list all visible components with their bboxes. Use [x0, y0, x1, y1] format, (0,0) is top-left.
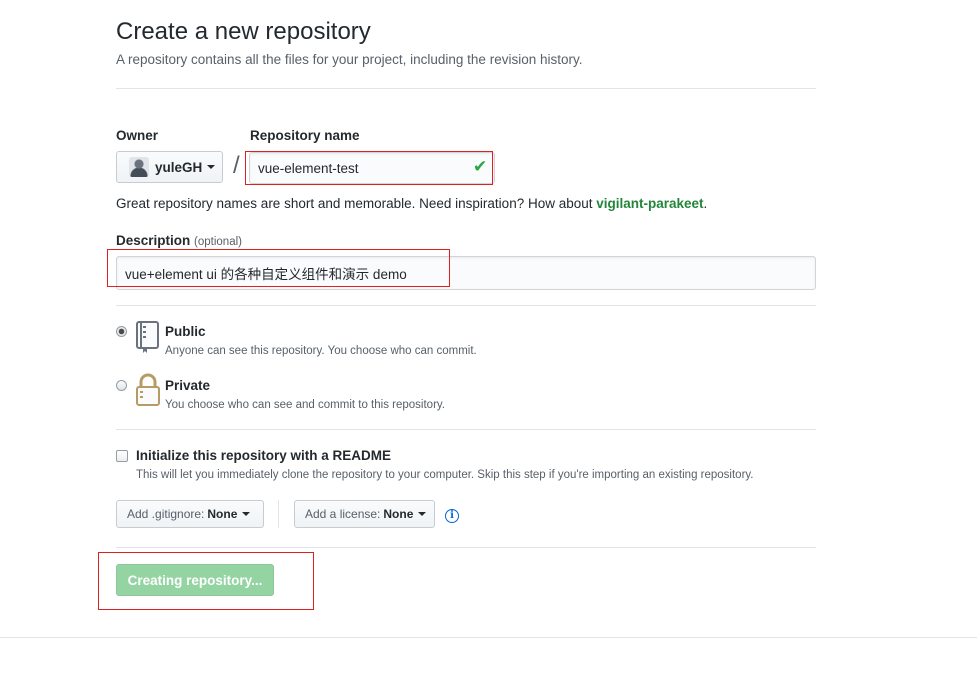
caret-down-icon: [418, 512, 427, 516]
private-desc: You choose who can see and commit to thi…: [165, 399, 445, 411]
page-subtitle: A repository contains all the files for …: [116, 52, 583, 67]
license-label: Add a license:: [305, 507, 381, 521]
repo-name-hint: Great repository names are short and mem…: [116, 196, 707, 211]
init-readme-desc: This will let you immediately clone the …: [136, 469, 754, 481]
footer-divider: [0, 637, 977, 638]
caret-down-icon: [242, 512, 251, 516]
options-divider: [116, 547, 816, 548]
private-radio[interactable]: [116, 380, 127, 391]
public-radio[interactable]: [116, 326, 127, 337]
gitignore-select[interactable]: Add .gitignore: None: [116, 500, 264, 528]
license-value: None: [383, 507, 414, 521]
page-title: Create a new repository: [116, 18, 371, 45]
caret-down-icon: [207, 165, 216, 169]
optional-hint: (optional): [194, 236, 242, 248]
description-label-text: Description: [116, 233, 191, 248]
owner-label: Owner: [116, 128, 159, 143]
repo-book-icon: [136, 321, 159, 353]
visibility-divider: [116, 429, 816, 430]
license-select[interactable]: Add a license: None: [294, 500, 435, 528]
create-repository-button[interactable]: Creating repository...: [116, 564, 274, 596]
select-separator: [278, 500, 279, 528]
description-divider: [116, 305, 816, 306]
owner-repo-separator: /: [233, 152, 240, 179]
public-title: Public: [165, 324, 206, 339]
description-label: Description (optional): [116, 233, 242, 248]
init-readme-title: Initialize this repository with a README: [136, 448, 392, 463]
gitignore-value: None: [207, 507, 238, 521]
gitignore-label: Add .gitignore:: [127, 507, 205, 521]
name-suggestion-link[interactable]: vigilant-parakeet: [596, 196, 703, 211]
info-icon[interactable]: i: [445, 509, 459, 523]
init-readme-checkbox[interactable]: [116, 450, 128, 462]
owner-name: yuleGH: [155, 159, 203, 175]
private-title: Private: [165, 378, 211, 393]
check-icon: ✔: [473, 157, 488, 176]
header-divider: [116, 88, 816, 89]
hint-text: Great repository names are short and mem…: [116, 196, 597, 211]
hint-suffix: .: [703, 196, 708, 211]
lock-icon: [136, 373, 160, 406]
owner-select-button[interactable]: yuleGH: [116, 151, 223, 183]
public-desc: Anyone can see this repository. You choo…: [165, 345, 477, 357]
description-input[interactable]: [116, 256, 816, 290]
avatar: [129, 157, 149, 177]
repo-name-label: Repository name: [250, 128, 360, 143]
repo-name-input[interactable]: [249, 152, 495, 184]
